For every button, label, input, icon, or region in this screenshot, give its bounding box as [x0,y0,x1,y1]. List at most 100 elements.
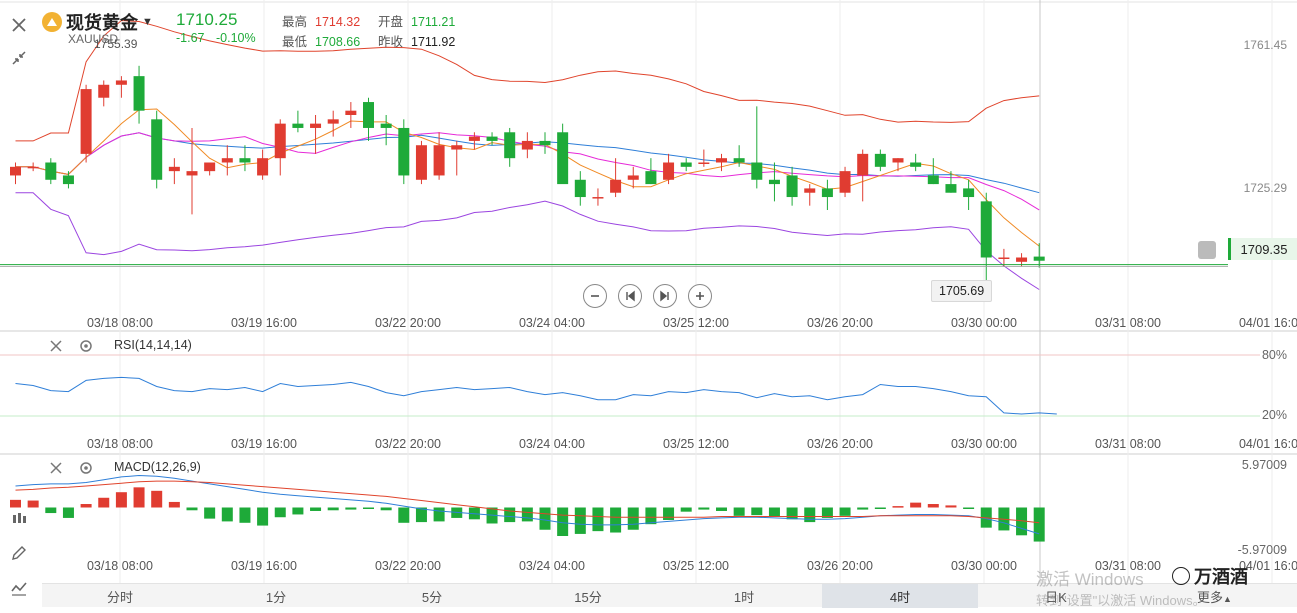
period-tab-timeshare[interactable]: 分时 [42,584,198,608]
candle-body [698,162,710,164]
boll-upper-line [15,19,1040,142]
candle-body [857,153,869,176]
macd-histogram-bar [380,507,392,511]
main-x-tick: 03/25 12:00 [662,316,730,330]
price-change: -1.67 -0.10% [176,31,256,45]
macd-x-tick: 03/24 04:00 [518,559,586,573]
macd-histogram-bar [716,507,727,511]
zoom-out-icon [591,295,599,297]
macd-x-tick: 03/25 12:00 [662,559,730,573]
macd-histogram-bar [363,507,374,509]
candle-body [804,188,816,193]
candle-body [716,158,727,163]
candle-body [592,197,604,199]
rsi-settings-icon[interactable] [78,338,94,354]
macd-x-tick: 03/30 00:00 [950,559,1018,573]
activation-watermark-line1: 激活 Windows [1036,570,1144,589]
main-x-tick: 03/19 16:00 [230,316,298,330]
macd-close-icon[interactable] [48,460,64,476]
collapse-button[interactable] [6,45,32,71]
indicator-icon [11,582,27,596]
candle-body [186,171,198,176]
macd-histogram-bar [927,504,939,508]
macd-histogram-bar [663,507,675,521]
wechat-watermark: 万酒酒 [1172,563,1248,589]
period-tab-1h[interactable]: 1时 [666,584,822,608]
y-axis-mid-label: 1725.29 [1243,181,1287,195]
first-icon [626,290,635,302]
rsi-x-tick: 03/19 16:00 [230,437,298,451]
macd-histogram-bar [115,492,127,508]
rsi-x-tick: 03/25 12:00 [662,437,730,451]
zoom-in-button[interactable] [688,284,712,308]
rsi-x-tick: 03/26 20:00 [806,437,874,451]
macd-settings-icon[interactable] [78,460,94,476]
indicator-tool-button[interactable] [6,575,32,601]
stat-prev-close: 昨收 1711.92 [378,31,455,50]
candlestick-tool-button[interactable] [6,506,32,532]
macd-histogram-bar [1033,507,1045,542]
macd-histogram-bar [839,507,851,516]
macd-histogram-bar [680,507,692,512]
change-value: -1.67 [176,31,205,45]
macd-histogram-bar [910,502,922,508]
change-percent: -0.10% [215,31,256,45]
bell-icon[interactable] [1198,241,1216,259]
candle-body [380,123,392,128]
candle-body [98,84,110,98]
chart-app: 现货黄金 ▼ XAUUSD 1710.25 -1.67 -0.10% 最高 171… [0,0,1297,613]
rsi-upper-label: 80% [1261,348,1287,362]
macd-histogram-bar [539,507,551,530]
stat-open: 开盘 1711.21 [378,11,455,30]
stat-prev-value: 1711.92 [411,35,456,49]
stat-high-value: 1714.32 [315,15,361,29]
rsi-x-tick: 03/31 08:00 [1094,437,1162,451]
zoom-out-button[interactable] [583,284,607,308]
candle-body [274,123,286,159]
stat-low-label: 最低 [282,35,308,49]
period-tab-1m[interactable]: 1分 [198,584,354,608]
macd-histogram-bar [768,507,780,517]
rsi-label: RSI(14,14,14) [114,338,192,352]
candle-body [733,158,745,163]
min-price-tag: 1705.69 [931,280,993,302]
candle-body [327,119,339,124]
chart-canvas[interactable] [0,0,1297,613]
macd-histogram-bar [433,507,445,522]
candle-body [821,188,833,198]
macd-histogram-bar [627,507,639,530]
period-tab-15m[interactable]: 15分 [510,584,666,608]
rsi-close-icon[interactable] [48,338,64,354]
candle-body [45,162,57,180]
scroll-last-button[interactable] [653,284,677,308]
stat-prev-label: 昨收 [378,35,404,49]
macd-histogram-bar [733,507,745,516]
gold-coin-icon [42,12,62,32]
period-tab-4h[interactable]: 4时 [822,584,978,608]
draw-tool-button[interactable] [6,540,32,566]
candle-body [486,136,498,141]
scroll-first-button[interactable] [618,284,642,308]
candle-body [557,132,569,185]
main-x-tick: 03/24 04:00 [518,316,586,330]
macd-histogram-bar [62,507,74,518]
candle-body [133,76,145,111]
macd-histogram-bar [521,507,533,522]
macd-histogram-bar [592,507,604,532]
macd-histogram-bar [45,507,57,514]
macd-histogram-bar [751,507,763,516]
close-button[interactable] [6,12,32,38]
last-icon [660,290,669,302]
macd-histogram-bar [98,497,110,508]
rsi-x-tick: 03/24 04:00 [518,437,586,451]
candle-body [680,162,692,167]
main-x-tick: 03/18 08:00 [86,316,154,330]
macd-x-tick: 03/19 16:00 [230,559,298,573]
candle-body [539,140,551,146]
macd-histogram-bar [310,507,322,511]
candle-body [998,257,1010,259]
stat-open-label: 开盘 [378,15,404,29]
candle-body [168,166,180,172]
period-tab-5m[interactable]: 5分 [354,584,510,608]
candle-body [627,175,639,180]
